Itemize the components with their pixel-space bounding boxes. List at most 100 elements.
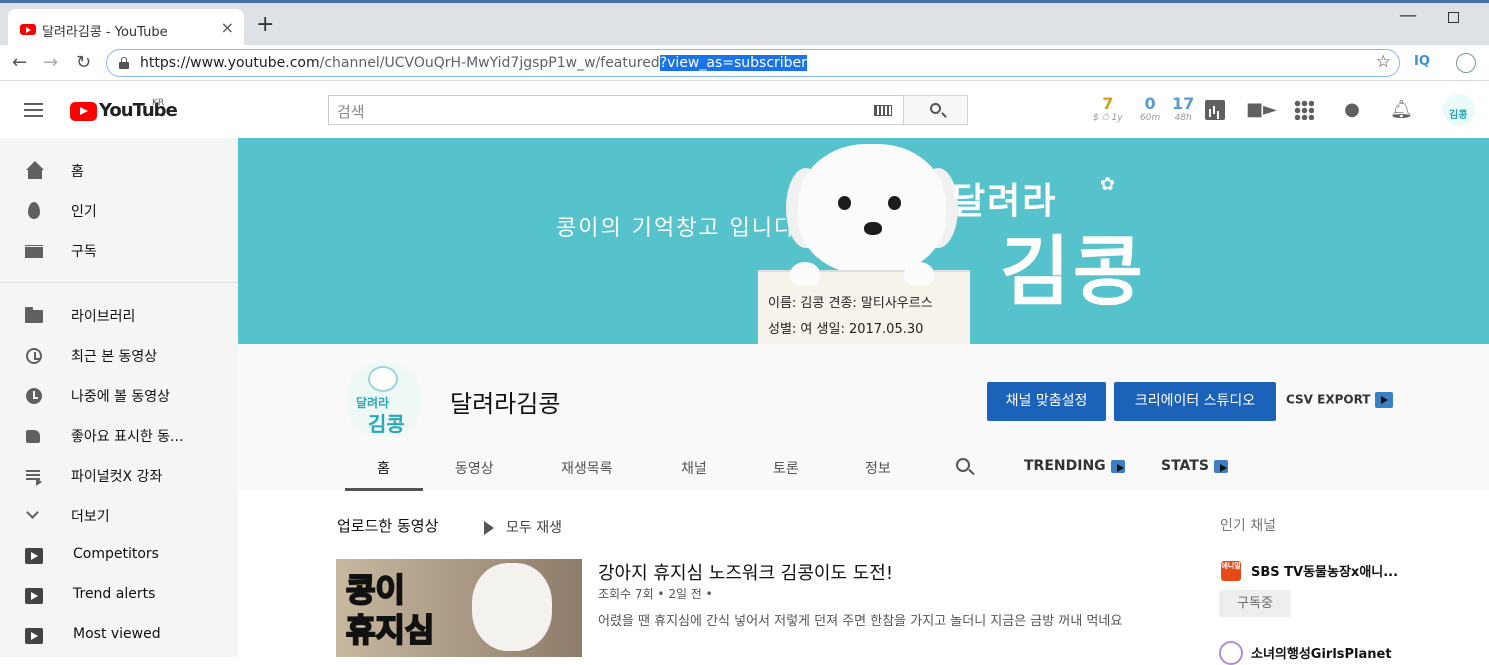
channel-logo[interactable]: 애니멀 — [1221, 561, 1241, 581]
forward-arrow-icon[interactable]: → — [43, 52, 58, 73]
channel-banner: 콩이의 기억창고 입니다 이름: 김콩 견종: 말티사우르스 성별: 여 생일:… — [238, 138, 1489, 344]
dog-paw — [790, 262, 820, 286]
thumbs-up-icon — [24, 426, 44, 446]
dog-icon — [368, 366, 398, 392]
address-bar: ← → ↻ https://www.youtube.com/channel/UC… — [0, 45, 1489, 81]
sidebar-item-trend-alerts[interactable]: Trend alerts — [0, 575, 238, 615]
tab-playlists[interactable]: 재생목록 — [561, 458, 613, 478]
hamburger-menu-icon[interactable] — [24, 103, 43, 117]
keyboard-icon[interactable] — [874, 105, 892, 116]
channel-name: 달려라김콩 — [450, 390, 561, 418]
url-text[interactable]: https://www.youtube.com/channel/UCVOuQrH… — [140, 55, 807, 71]
extension-icon[interactable] — [1456, 53, 1476, 73]
url-field[interactable]: https://www.youtube.com/channel/UCVOuQrH… — [106, 49, 1400, 77]
lock-icon[interactable] — [119, 57, 129, 69]
youtube-play-icon — [70, 102, 97, 121]
vidiq-stat-earnings[interactable]: 7 $ ⏱ 1y — [1093, 94, 1123, 123]
vidiq-icon — [24, 586, 44, 606]
dog-eye — [838, 196, 851, 210]
banner-tagline: 콩이의 기억창고 입니다 — [556, 216, 797, 241]
channel-logo[interactable] — [1219, 641, 1243, 665]
bookmark-star-icon[interactable]: ☆ — [1376, 52, 1391, 72]
tab-title: 달려라김콩 - YouTube — [42, 25, 168, 40]
sidebar-item-library[interactable]: 라이브러리 — [0, 295, 238, 335]
sidebar-item-history[interactable]: 최근 본 동영상 — [0, 335, 238, 375]
channel-search-icon[interactable] — [956, 458, 970, 472]
vidiq-icon — [1374, 392, 1393, 408]
search-input[interactable]: 검색 — [328, 95, 904, 125]
sidebar-item-most-viewed[interactable]: Most viewed — [0, 615, 238, 655]
csv-export-button[interactable]: CSV EXPORT — [1286, 392, 1393, 408]
vidiq-icon — [24, 546, 44, 566]
create-video-icon[interactable]: ■► — [1246, 100, 1277, 120]
clock-icon — [24, 386, 44, 406]
sidebar-item-competitors[interactable]: Competitors — [0, 535, 238, 575]
maximize-icon[interactable] — [1448, 12, 1459, 23]
popular-channel-name[interactable]: SBS TV동물농장x애니... — [1251, 561, 1398, 580]
tab-about[interactable]: 정보 — [865, 458, 891, 478]
playlist-icon — [24, 466, 44, 486]
youtube-header: YouTube KR 검색 7 $ ⏱ 1y 0 60m 17 48h ■► ●… — [0, 82, 1489, 138]
analytics-icon[interactable] — [1205, 100, 1225, 120]
channel-avatar[interactable]: 달려라 김콩 — [346, 362, 422, 438]
sidebar-item-trending[interactable]: 인기 — [0, 190, 238, 230]
subscriptions-icon — [24, 241, 44, 261]
dog-nose — [864, 222, 882, 235]
banner-logo-big: 김콩 — [1000, 227, 1146, 316]
video-meta: 조회수 7회 • 2일 전 • — [598, 587, 713, 601]
play-all-button[interactable]: 모두 재생 — [484, 517, 562, 537]
history-icon — [24, 346, 44, 366]
popular-channels-title: 인기 채널 — [1220, 518, 1276, 534]
sidebar: 홈 인기 구독 라이브러리 최근 본 동영상 나중에 볼 동영상 좋아요 표시한… — [0, 138, 238, 657]
reload-icon[interactable]: ↻ — [76, 52, 91, 73]
vidiq-icon — [1110, 459, 1125, 473]
search-button[interactable] — [903, 95, 968, 125]
section-title: 업로드한 동영상 — [337, 517, 439, 535]
folder-icon — [24, 306, 44, 326]
tab-stats[interactable]: STATS — [1161, 458, 1228, 474]
video-title[interactable]: 강아지 휴지심 노즈워크 김콩이도 도전! — [598, 559, 893, 585]
minimize-icon[interactable]: — — [1399, 5, 1417, 26]
chevron-down-icon — [24, 506, 44, 526]
tab-channels[interactable]: 채널 — [681, 458, 707, 478]
sidebar-item-watch-later[interactable]: 나중에 볼 동영상 — [0, 375, 238, 415]
browser-tab[interactable]: 달려라김콩 - YouTube × — [8, 9, 244, 48]
paw-icon: ✿ — [1100, 174, 1116, 195]
vidiq-icon — [1213, 459, 1228, 473]
customize-channel-button[interactable]: 채널 맞춤설정 — [987, 382, 1106, 421]
sidebar-item-liked-videos[interactable]: 좋아요 표시한 동... — [0, 415, 238, 455]
popular-channel-name[interactable]: 소녀의행성GirlsPlanet — [1251, 643, 1392, 662]
creator-studio-button[interactable]: 크리에이터 스튜디오 — [1114, 382, 1276, 421]
youtube-favicon-icon — [20, 24, 36, 35]
subscribed-button[interactable]: 구독중 — [1219, 590, 1291, 617]
play-icon — [484, 521, 494, 535]
apps-grid-icon[interactable] — [1294, 100, 1314, 120]
search-placeholder: 검색 — [337, 103, 365, 121]
back-arrow-icon[interactable]: ← — [12, 52, 27, 73]
dog-illustration — [798, 144, 946, 274]
tab-close-icon[interactable]: × — [221, 18, 234, 37]
sidebar-item-playlist[interactable]: 파이널컷X 강좌 — [0, 455, 238, 495]
vidiq-extension-icon[interactable]: IQ — [1414, 54, 1430, 69]
sidebar-divider — [0, 282, 238, 283]
messages-icon[interactable]: ● — [1342, 100, 1362, 120]
region-label: KR — [152, 98, 165, 108]
vidiq-stat-48h[interactable]: 17 48h — [1172, 94, 1194, 123]
tab-home[interactable]: 홈 — [377, 458, 390, 478]
sidebar-item-home[interactable]: 홈 — [0, 150, 238, 190]
notifications-bell-icon[interactable]: 🔔︎ — [1390, 100, 1413, 120]
dog-eye — [888, 196, 901, 210]
vidiq-stat-60m[interactable]: 0 60m — [1140, 94, 1160, 123]
new-tab-button[interactable]: + — [256, 12, 274, 37]
video-thumbnail[interactable]: 콩이 휴지심 — [336, 559, 582, 657]
dog-photo — [472, 563, 552, 651]
tab-discussion[interactable]: 토론 — [773, 458, 799, 478]
name-sign: 이름: 김콩 견종: 말티사우르스 성별: 여 생일: 2017.05.30 — [758, 270, 970, 344]
sidebar-item-subscriptions[interactable]: 구독 — [0, 230, 238, 270]
search-icon — [930, 103, 941, 114]
account-avatar[interactable]: 김콩 — [1443, 94, 1475, 126]
sidebar-item-show-more[interactable]: 더보기 — [0, 495, 238, 535]
tab-trending[interactable]: TRENDING — [1024, 458, 1125, 474]
channel-content: 업로드한 동영상 모두 재생 콩이 휴지심 강아지 휴지심 노즈워크 김콩이도 … — [238, 491, 1489, 665]
tab-videos[interactable]: 동영상 — [455, 458, 494, 478]
